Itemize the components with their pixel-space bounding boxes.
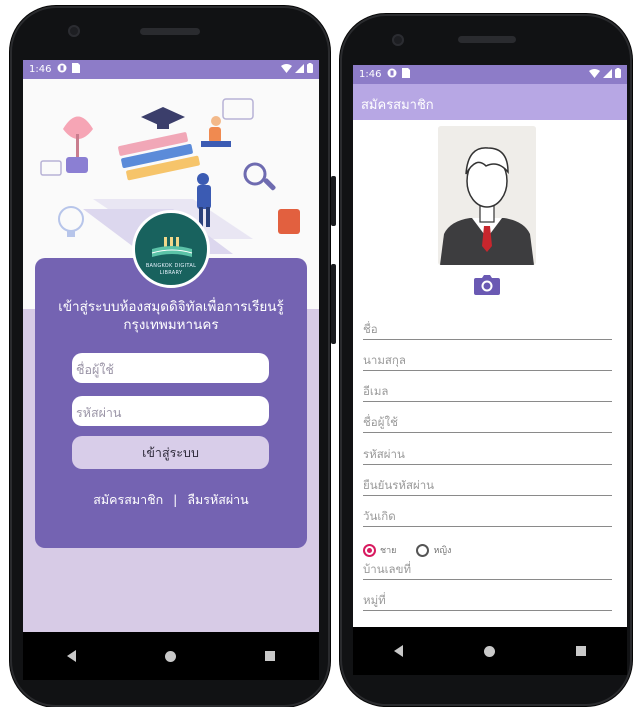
logo-text-line1: BANGKOK DIGITAL	[145, 263, 197, 269]
home-icon[interactable]	[483, 645, 495, 657]
profile-avatar[interactable]	[438, 126, 536, 265]
sim-card-icon	[402, 68, 411, 81]
front-camera	[68, 25, 80, 37]
email-field[interactable]: อีเมล	[363, 380, 612, 402]
battery-icon	[615, 68, 621, 81]
wifi-icon	[589, 68, 600, 81]
link-separator: |	[173, 492, 178, 507]
status-time: 1:46	[29, 64, 52, 75]
app-logo: BANGKOK DIGITAL LIBRARY	[132, 210, 210, 288]
camera-icon[interactable]	[473, 272, 501, 296]
sim-card-icon	[72, 63, 81, 76]
status-bar: 1:46	[353, 65, 627, 84]
register-link[interactable]: สมัครสมาชิก	[93, 490, 163, 510]
gender-male-label: ชาย	[380, 546, 397, 556]
page-title: สมัครสมาชิก	[361, 98, 434, 113]
system-nav-bar	[353, 627, 627, 675]
notification-icon	[57, 63, 67, 76]
earpiece-speaker	[140, 28, 200, 35]
register-screen: 1:46 สมัครสมาชิก ชื่อ นามสกุล อีเมล ชื่อ…	[353, 65, 627, 675]
back-icon[interactable]	[67, 650, 77, 662]
gender-female-label: หญิง	[433, 546, 452, 556]
status-time: 1:46	[359, 69, 382, 80]
username-field[interactable]: ชื่อผู้ใช้	[363, 411, 612, 433]
phone-left: 1:46 BANGKOK DIGITAL LIBRARY เข้าสู่ระบบ…	[10, 6, 336, 707]
login-screen: 1:46 BANGKOK DIGITAL LIBRARY เข้าสู่ระบบ…	[23, 60, 319, 680]
book-logo-icon	[151, 237, 193, 257]
login-title-line1: เข้าสู่ระบบห้องสมุดดิจิทัลเพื่อการเรียนร…	[58, 299, 284, 315]
auth-links: สมัครสมาชิก | ลืมรหัสผ่าน	[35, 490, 307, 510]
wifi-icon	[281, 63, 292, 76]
last-name-field[interactable]: นามสกุล	[363, 349, 612, 371]
birthdate-field[interactable]: วันเกิด	[363, 505, 612, 527]
system-nav-bar	[23, 632, 319, 680]
recent-apps-icon[interactable]	[576, 646, 587, 656]
username-input[interactable]: ชื่อผู้ใช้	[72, 353, 269, 383]
gender-radio-group: ชาย หญิง	[363, 543, 471, 557]
home-icon[interactable]	[164, 650, 176, 662]
volume-button	[331, 264, 336, 344]
forgot-password-link[interactable]: ลืมรหัสผ่าน	[187, 490, 248, 510]
back-icon[interactable]	[393, 645, 403, 657]
first-name-field[interactable]: ชื่อ	[363, 318, 612, 340]
phone-right: 1:46 สมัครสมาชิก ชื่อ นามสกุล อีเมล ชื่อ…	[340, 14, 632, 706]
battery-icon	[307, 63, 313, 76]
login-title: เข้าสู่ระบบห้องสมุดดิจิทัลเพื่อการเรียนร…	[41, 298, 301, 334]
status-bar: 1:46	[23, 60, 319, 79]
signal-icon	[295, 63, 304, 76]
power-button	[331, 176, 336, 226]
password-field[interactable]: รหัสผ่าน	[363, 443, 612, 465]
earpiece-speaker	[458, 36, 516, 43]
gender-male-radio[interactable]	[363, 543, 376, 557]
notification-icon	[387, 68, 397, 81]
login-title-line2: กรุงเทพมหานคร	[123, 317, 219, 333]
house-number-field[interactable]: บ้านเลขที่	[363, 558, 612, 580]
confirm-password-field[interactable]: ยืนยันรหัสผ่าน	[363, 474, 612, 496]
login-card: เข้าสู่ระบบห้องสมุดดิจิทัลเพื่อการเรียนร…	[35, 258, 307, 548]
logo-text-line2: LIBRARY	[159, 270, 183, 276]
password-input[interactable]: รหัสผ่าน	[72, 396, 269, 426]
app-bar: สมัครสมาชิก	[353, 84, 627, 120]
signal-icon	[603, 68, 612, 81]
gender-female-radio[interactable]	[416, 543, 430, 557]
front-camera	[392, 34, 404, 46]
login-button[interactable]: เข้าสู่ระบบ	[72, 436, 269, 469]
recent-apps-icon[interactable]	[264, 651, 275, 661]
moo-field[interactable]: หมู่ที่	[363, 589, 612, 611]
